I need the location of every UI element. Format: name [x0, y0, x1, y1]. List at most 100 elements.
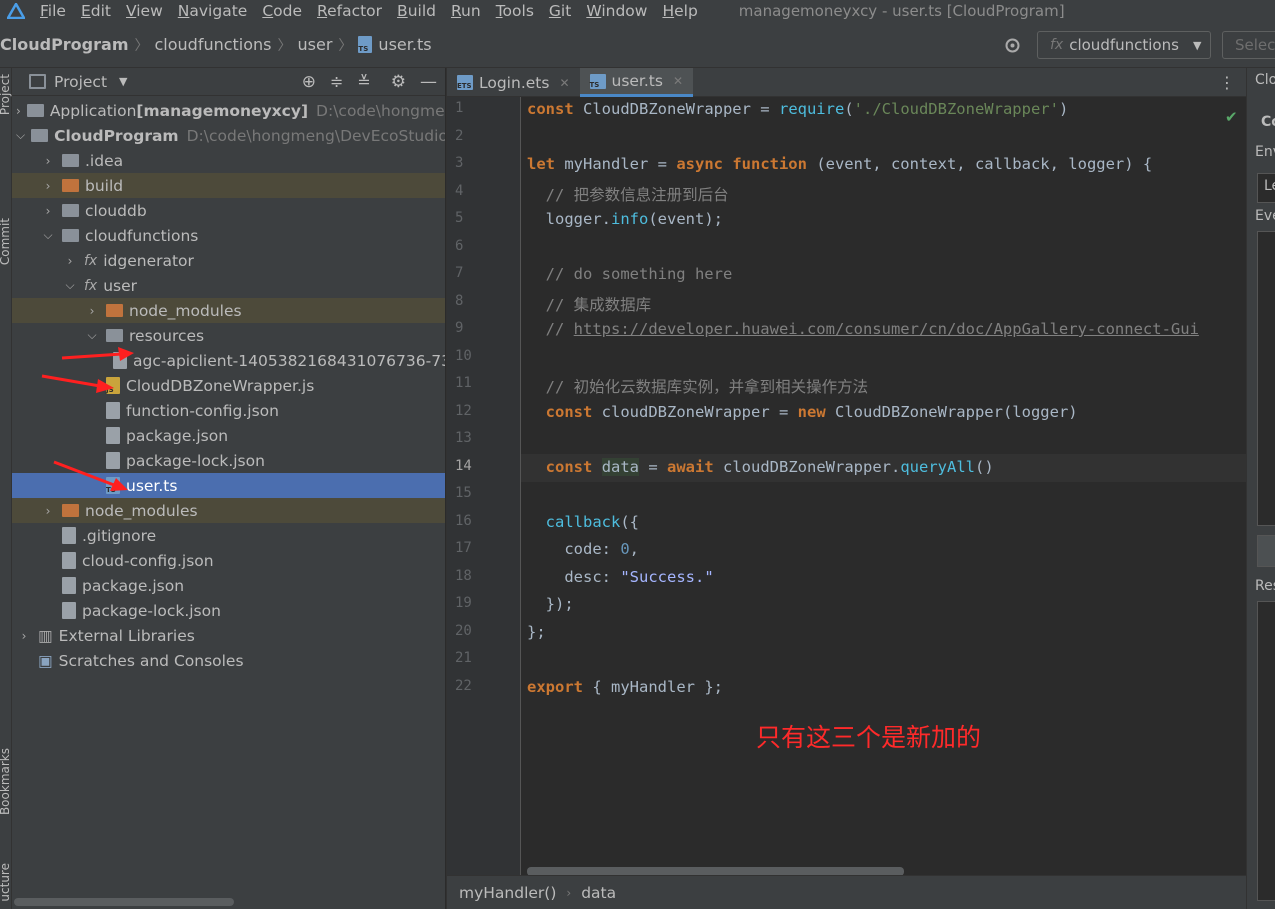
chevron-right-icon[interactable]: › — [62, 254, 78, 268]
code-line: const data = await cloudDBZoneWrapper.qu… — [545, 458, 994, 476]
breadcrumb-user-ts[interactable]: TS user.ts — [358, 35, 432, 54]
tree-item-cloud-config-json[interactable]: cloud-config.json — [12, 548, 445, 573]
menu-run[interactable]: Run — [443, 0, 488, 22]
tree-item-application[interactable]: › Application [managemoneyxcy] D:\code\hon… — [12, 98, 445, 123]
run-test-button[interactable] — [1257, 535, 1275, 567]
tree-item-package-lock-json[interactable]: package-lock.json — [12, 598, 445, 623]
chevron-down-icon[interactable]: ⌵ — [84, 328, 100, 343]
chevron-right-icon[interactable]: › — [84, 304, 100, 318]
tree-item-node-modules[interactable]: › node_modules — [12, 498, 445, 523]
tree-item-label: package-lock.json — [126, 451, 265, 470]
line-number: 10 — [455, 347, 472, 364]
menu-code[interactable]: Code — [254, 0, 309, 22]
status-crumb-myhandler[interactable]: myHandler() — [459, 884, 556, 902]
json-file-icon — [106, 402, 120, 419]
chevron-right-icon[interactable]: › — [16, 104, 21, 118]
ts-file-icon: TS — [589, 73, 606, 89]
run-configuration-select[interactable]: fx cloudfunctions ▼ — [1037, 31, 1211, 59]
code-line: }); — [527, 595, 574, 613]
tab-login-ets[interactable]: ETS Login.ets ✕ — [447, 68, 580, 97]
bookmarks-tool-tab[interactable]: Bookmarks — [0, 748, 12, 815]
menu-window[interactable]: Window — [578, 0, 654, 22]
breadcrumb-cloudprogram[interactable]: CloudProgram — [0, 35, 128, 54]
menu-tools[interactable]: Tools — [488, 0, 541, 22]
select-device-box[interactable]: Selec — [1222, 31, 1275, 59]
folder-icon — [62, 504, 79, 517]
chevron-right-icon[interactable]: › — [40, 154, 56, 168]
tree-item-package-json[interactable]: package.json — [12, 423, 445, 448]
left-tool-strip: Project Commit Bookmarks ucture — [0, 68, 12, 909]
line-number: 14 — [455, 457, 472, 474]
folder-icon — [62, 229, 79, 242]
chevron-right-icon[interactable]: › — [40, 179, 56, 193]
tree-item-idgenerator[interactable]: › fx idgenerator — [12, 248, 445, 273]
tree-item-node-modules[interactable]: › node_modules — [12, 298, 445, 323]
close-icon[interactable]: ✕ — [559, 76, 569, 90]
event-label: Eve — [1255, 208, 1275, 224]
chevron-right-icon[interactable]: › — [40, 204, 56, 218]
line-number: 1 — [455, 100, 464, 116]
menu-build[interactable]: Build — [389, 0, 443, 22]
menu-refactor[interactable]: Refactor — [309, 0, 389, 22]
tree-item-label: External Libraries — [58, 626, 195, 645]
right-tool-panel: Clo Co Env Le Eve Res — [1246, 68, 1275, 909]
chevron-down-icon[interactable]: ▼ — [119, 75, 127, 88]
code-line: let myHandler = async function (event, c… — [527, 155, 1153, 173]
structure-tool-tab[interactable]: ucture — [0, 863, 12, 902]
target-icon[interactable] — [1004, 37, 1021, 58]
breadcrumb-cloudfunctions[interactable]: cloudfunctions — [154, 35, 271, 54]
tree-item-function-config-json[interactable]: function-config.json — [12, 398, 445, 423]
environment-select[interactable]: Le — [1257, 173, 1275, 203]
menu-git[interactable]: Git — [541, 0, 578, 22]
menu-view[interactable]: View — [118, 0, 170, 22]
chevron-down-icon[interactable]: ⌵ — [40, 228, 56, 243]
tree-item-cloudprogram[interactable]: ⌵ CloudProgram D:\code\hongmeng\DevEcoStud… — [12, 123, 445, 148]
line-number: 19 — [455, 595, 472, 611]
tree-item-idea[interactable]: › .idea — [12, 148, 445, 173]
minimize-icon[interactable]: — — [420, 72, 437, 92]
chevron-down-icon[interactable]: ⌵ — [62, 278, 78, 293]
annotation-text: 只有这三个是新加的 — [756, 723, 982, 752]
menu-navigate[interactable]: Navigate — [170, 0, 255, 22]
scratch-icon: ▣ — [38, 651, 53, 670]
menu-file[interactable]: File — [32, 0, 73, 22]
folder-icon — [62, 154, 79, 167]
tree-item-label: cloud-config.json — [82, 551, 214, 570]
tree-item-label: idgenerator — [103, 251, 194, 270]
tree-item-label: clouddb — [85, 201, 147, 220]
code-line: callback({ — [545, 513, 639, 531]
status-crumb-data[interactable]: data — [581, 884, 616, 902]
collapse-all-icon[interactable]: ≚ — [357, 72, 370, 91]
chevron-right-icon[interactable]: › — [16, 629, 32, 643]
commit-tool-tab[interactable]: Commit — [0, 218, 12, 265]
breadcrumb-user[interactable]: user — [298, 35, 333, 54]
project-tool-tab[interactable]: Project — [0, 74, 12, 115]
editor-tabs: ETS Login.ets ✕ TS user.ts ✕ ⋮ — [447, 68, 1247, 97]
ets-file-icon: ETS — [457, 75, 473, 90]
horizontal-scrollbar[interactable] — [14, 898, 234, 906]
tree-item-cloudfunctions[interactable]: ⌵ cloudfunctions — [12, 223, 445, 248]
menu-bar: File Edit View Navigate Code Refactor Build Run… — [0, 0, 1275, 22]
project-view-title[interactable]: Project — [54, 73, 107, 91]
chevron-down-icon[interactable]: ⌵ — [16, 128, 25, 143]
expand-all-icon[interactable]: ≑ — [330, 72, 343, 91]
locate-icon[interactable]: ⊕ — [302, 72, 316, 92]
event-input[interactable] — [1257, 231, 1275, 526]
menu-help[interactable]: Help — [654, 0, 704, 22]
tree-item-scratches-and-consoles[interactable]: ▣ Scratches and Consoles — [12, 648, 445, 673]
line-number: 7 — [455, 265, 464, 281]
tree-item-resources[interactable]: ⌵ resources — [12, 323, 445, 348]
menu-edit[interactable]: Edit — [73, 0, 118, 22]
tree-item-gitignore[interactable]: .gitignore — [12, 523, 445, 548]
tab-user-ts[interactable]: TS user.ts ✕ — [579, 68, 694, 97]
tree-item-build[interactable]: › build — [12, 173, 445, 198]
line-number: 21 — [455, 650, 472, 666]
tree-item-user[interactable]: ⌵ fx user — [12, 273, 445, 298]
tree-item-clouddb[interactable]: › clouddb — [12, 198, 445, 223]
tree-item-package-json[interactable]: package.json — [12, 573, 445, 598]
tree-item-external-libraries[interactable]: › ▥ External Libraries — [12, 623, 445, 648]
more-options-icon[interactable]: ⋮ — [1219, 68, 1235, 96]
close-icon[interactable]: ✕ — [673, 74, 683, 88]
gear-icon[interactable]: ⚙ — [391, 72, 406, 92]
chevron-right-icon[interactable]: › — [40, 504, 56, 518]
